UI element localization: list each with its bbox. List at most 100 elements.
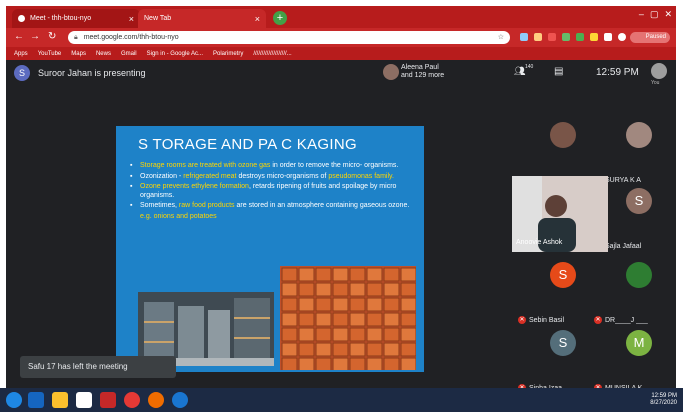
participant-tile[interactable]: ✕ DR____J ___: [592, 256, 676, 330]
bookmark-news[interactable]: News: [96, 51, 111, 57]
people-icon[interactable]: 👥︎: [514, 66, 525, 77]
bookmark-apps[interactable]: Apps: [14, 51, 28, 57]
tray-date: 8/27/2020: [650, 400, 677, 406]
forward-arrow-icon[interactable]: →: [30, 31, 40, 42]
browser-icon[interactable]: [172, 392, 188, 408]
crate-shape: [281, 267, 298, 282]
crate-shape: [315, 282, 332, 297]
crate-shape: [315, 342, 332, 357]
app-icon[interactable]: [76, 392, 92, 408]
extension-icon[interactable]: [590, 33, 598, 41]
crate-shape: [400, 327, 416, 342]
close-tab-icon[interactable]: ×: [255, 14, 260, 24]
meet-favicon-icon: [18, 15, 25, 22]
crate-shape: [332, 267, 349, 282]
bullet-text: are stored in an atmosphere containing g…: [234, 202, 410, 209]
start-icon[interactable]: [6, 392, 22, 408]
reload-icon[interactable]: ↻: [48, 31, 56, 42]
crate-shape: [298, 342, 315, 357]
crate-shape: [400, 312, 416, 327]
bookmark-youtube[interactable]: YouTube: [38, 51, 62, 57]
meet-header: S Suroor Jahan is presenting Aleena Paul…: [6, 60, 676, 86]
crate-shape: [383, 282, 400, 297]
bullet-text: pseudomonas family.: [328, 172, 394, 180]
extension-icon[interactable]: [562, 33, 570, 41]
self-avatar[interactable]: [651, 63, 667, 79]
participant-tile[interactable]: M✕MUNSILA K: [592, 324, 676, 398]
participant-count: 140: [525, 64, 534, 70]
bullet-text: raw food products: [178, 202, 235, 209]
extension-icon[interactable]: [604, 33, 612, 41]
crate-shape: [281, 327, 298, 342]
extension-icon[interactable]: [576, 33, 584, 41]
chrome-icon[interactable]: [124, 392, 140, 408]
tab-strip: Meet - thh-btou-nyo × New Tab × + – ▢ ✕: [6, 6, 676, 28]
folder-icon[interactable]: [52, 392, 68, 408]
presentation-slide: S TORAGE AND PA C KAGING ▪ Storage rooms …: [116, 126, 424, 372]
crate-shape: [332, 312, 349, 327]
crate-shape: [366, 267, 383, 282]
media-icon[interactable]: [100, 392, 116, 408]
bullet-text: ozone gas: [238, 162, 271, 169]
profile-button[interactable]: Paused: [630, 32, 670, 43]
chat-icon[interactable]: ▤: [554, 66, 563, 77]
crate-shape: [332, 297, 349, 312]
crate-shape: [383, 267, 400, 282]
slide-bullet: ▪ Ozone prevents ethylene formation, reta…: [130, 183, 415, 200]
edge-icon[interactable]: [28, 392, 44, 408]
clock: 12:59 PM: [596, 67, 639, 78]
tab-meet[interactable]: Meet - thh-btou-nyo ×: [12, 9, 140, 28]
new-tab-button[interactable]: +: [273, 11, 287, 25]
crate-shape: [400, 342, 416, 357]
crate-shape: [349, 327, 366, 342]
bullet-text: Storage rooms are treated with: [140, 162, 239, 169]
star-icon[interactable]: ☆: [498, 31, 504, 44]
extension-icon[interactable]: [548, 33, 556, 41]
bookmark-gmail[interactable]: Gmail: [121, 51, 137, 57]
bookmark-google-signin[interactable]: Sign in - Google Ac...: [147, 51, 203, 57]
bookmark-polarimetry[interactable]: Polarimetry: [213, 51, 243, 57]
crate-shape: [315, 357, 332, 370]
bullet-icon: ▪: [130, 202, 133, 209]
crate-shape: [332, 357, 349, 370]
extension-icon[interactable]: [520, 33, 528, 41]
warehouse-image: [138, 292, 274, 366]
crate-shape: [400, 282, 416, 297]
tab-label: Meet - thh-btou-nyo: [30, 15, 92, 22]
address-row: ← → ↻ 🔒︎ meet.google.com/thh-btou-nyo ☆ …: [6, 28, 676, 47]
bullet-text: refrigerated meat: [183, 172, 237, 180]
close-window-button[interactable]: ✕: [664, 9, 672, 20]
firefox-icon[interactable]: [148, 392, 164, 408]
crate-shape: [400, 297, 416, 312]
crate-shape: [298, 282, 315, 297]
tab-new-tab[interactable]: New Tab ×: [138, 9, 266, 28]
bookmark-other[interactable]: ////////////////////...: [253, 51, 291, 57]
slide-title: S TORAGE AND PA C KAGING: [138, 136, 357, 153]
participant-name-row: ✕ Sebin Basil: [518, 316, 564, 324]
active-speaker-tile[interactable]: Anoovie Ashok: [512, 176, 608, 252]
bullet-text: Ozonization -: [140, 172, 184, 180]
avatar: [383, 64, 399, 80]
participant-name: Aleena Paul: [401, 64, 439, 71]
maximize-button[interactable]: ▢: [650, 9, 659, 20]
bookmark-maps[interactable]: Maps: [71, 51, 86, 57]
address-bar[interactable]: 🔒︎ meet.google.com/thh-btou-nyo ☆: [68, 31, 510, 44]
crate-shape: [366, 342, 383, 357]
crate-shape: [366, 327, 383, 342]
crate-shape: [281, 357, 298, 370]
extension-icon[interactable]: [534, 33, 542, 41]
minimize-button[interactable]: –: [639, 9, 644, 20]
slide-bullet: ▪ Sometimes, raw food products are stored…: [130, 202, 415, 211]
avatar: S: [550, 330, 576, 356]
crate-shape: [349, 342, 366, 357]
crate-shape: [332, 282, 349, 297]
crate-shape: [298, 327, 315, 342]
extension-icon[interactable]: [618, 33, 626, 41]
crate-shape: [383, 342, 400, 357]
tab-label: New Tab: [144, 15, 172, 22]
back-arrow-icon[interactable]: ←: [14, 31, 24, 42]
close-tab-icon[interactable]: ×: [129, 14, 134, 24]
participant-more: and 129 more: [401, 72, 445, 79]
crate-shape: [366, 312, 383, 327]
avatar: S: [550, 262, 576, 288]
